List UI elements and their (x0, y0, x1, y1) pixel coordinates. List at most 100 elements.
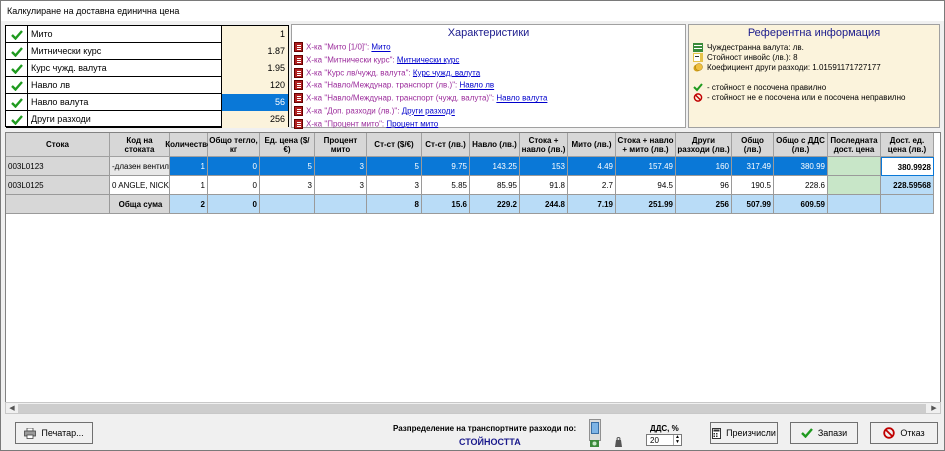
column-header[interactable]: Дост. ед. цена (лв.) (881, 133, 934, 157)
characteristic-link[interactable]: Курс чужд. валута (413, 68, 480, 77)
param-value[interactable]: 120 (222, 77, 288, 94)
grid-cell[interactable]: 7.19 (568, 195, 616, 214)
grid-cell[interactable]: 94.5 (616, 176, 676, 195)
slider-knob[interactable] (591, 422, 599, 434)
grid-cell[interactable]: 5 (367, 157, 422, 176)
grid-cell[interactable]: 5.85 (422, 176, 470, 195)
column-header[interactable]: Процент мито (315, 133, 367, 157)
param-row[interactable]: Други разходи 256 (6, 111, 288, 128)
param-row[interactable]: Навло лв 120 (6, 77, 288, 94)
grid-cell[interactable]: 160 (676, 157, 732, 176)
grid-cell[interactable]: -длазен вентил R (110, 157, 170, 176)
grid-cell[interactable]: 3 (315, 176, 367, 195)
grid-cell[interactable]: 0 (208, 195, 260, 214)
scroll-thumb[interactable] (18, 404, 926, 413)
grid-cell[interactable]: 380.9928 (881, 157, 934, 176)
column-header[interactable]: Общо с ДДС (лв.) (774, 133, 828, 157)
grid-cell[interactable]: 1 (170, 176, 208, 195)
grid-cell[interactable]: 228.59568 (881, 176, 934, 195)
vat-spinner[interactable]: ▲ ▼ (673, 435, 681, 445)
grid-cell[interactable]: 0 (208, 176, 260, 195)
column-header[interactable]: Ед. цена ($/€) (260, 133, 315, 157)
grid-cell[interactable]: 15.6 (422, 195, 470, 214)
grid-cell[interactable]: 507.99 (732, 195, 774, 214)
grid-cell[interactable] (6, 195, 110, 214)
scroll-left-icon[interactable]: ◀ (7, 404, 17, 413)
grid-cell[interactable]: 5 (260, 157, 315, 176)
column-header[interactable]: Стока + навло + мито (лв.) (616, 133, 676, 157)
grid-cell[interactable] (828, 195, 881, 214)
param-row[interactable]: Курс чужд. валута 1.95 (6, 60, 288, 77)
characteristic-link[interactable]: Процент мито (386, 119, 438, 128)
grid-cell[interactable] (828, 176, 881, 195)
grid-cell[interactable]: 2.7 (568, 176, 616, 195)
column-header[interactable]: Мито (лв.) (568, 133, 616, 157)
characteristic-link[interactable]: Навло валута (496, 94, 547, 103)
column-header[interactable]: Други разходи (лв.) (676, 133, 732, 157)
save-button[interactable]: Запази (790, 422, 858, 444)
distribution-slider[interactable] (589, 419, 601, 441)
param-row[interactable]: Навло валута 56 (6, 94, 288, 111)
grid-cell[interactable]: 244.8 (520, 195, 568, 214)
items-grid[interactable]: Стока Код на стоката Количество Общо тегло,… (5, 132, 941, 412)
column-header[interactable]: Общо тегло, кг (208, 133, 260, 157)
grid-cell[interactable]: 3 (260, 176, 315, 195)
column-header[interactable]: Стока (6, 133, 110, 157)
grid-cell[interactable]: 190.5 (732, 176, 774, 195)
grid-cell[interactable]: 3 (315, 157, 367, 176)
param-value[interactable]: 56 (222, 94, 288, 111)
grid-cell[interactable]: 2 (170, 195, 208, 214)
recalculate-button[interactable]: Преизчисли (710, 422, 778, 444)
grid-cell[interactable]: 96 (676, 176, 732, 195)
grid-cell[interactable]: 380.99 (774, 157, 828, 176)
grid-cell[interactable]: 609.59 (774, 195, 828, 214)
scroll-right-icon[interactable]: ▶ (929, 404, 939, 413)
characteristic-link[interactable]: Мито (371, 43, 390, 52)
grid-cell[interactable] (828, 157, 881, 176)
grid-cell[interactable]: 9.75 (422, 157, 470, 176)
column-header[interactable]: Стока + навло (лв.) (520, 133, 568, 157)
grid-cell[interactable]: Обща сума (110, 195, 170, 214)
grid-cell[interactable]: 251.99 (616, 195, 676, 214)
grid-cell[interactable]: 91.8 (520, 176, 568, 195)
column-header[interactable]: Навло (лв.) (470, 133, 520, 157)
grid-cell[interactable]: 4.49 (568, 157, 616, 176)
grid-cell[interactable]: 1 (170, 157, 208, 176)
grid-cell[interactable]: 229.2 (470, 195, 520, 214)
grid-cell[interactable]: 256 (676, 195, 732, 214)
param-row[interactable]: Митнически курс 1.87 (6, 43, 288, 60)
grid-cell[interactable]: 143.25 (470, 157, 520, 176)
grid-cell[interactable] (881, 195, 934, 214)
column-header[interactable]: Код на стоката (110, 133, 170, 157)
grid-cell[interactable]: 228.6 (774, 176, 828, 195)
characteristic-link[interactable]: Митнически курс (397, 55, 459, 64)
grid-cell[interactable] (260, 195, 315, 214)
characteristic-link[interactable]: Навло лв (459, 81, 494, 90)
horizontal-scrollbar[interactable]: ◀ ▶ (5, 402, 941, 414)
print-button[interactable]: Печатар... (15, 422, 93, 444)
column-header[interactable]: Количество (165, 133, 212, 157)
grid-cell[interactable]: 85.95 (470, 176, 520, 195)
grid-cell[interactable]: 0 ANGLE, NICKELI (110, 176, 170, 195)
cancel-button[interactable]: Отказ (870, 422, 938, 444)
grid-cell[interactable]: 153 (520, 157, 568, 176)
grid-cell[interactable]: 003L0123 (6, 157, 110, 176)
vat-input[interactable]: 20 ▲ ▼ (646, 434, 682, 446)
column-header[interactable]: Последната дост. цена (828, 133, 881, 157)
grid-cell[interactable]: 3 (367, 176, 422, 195)
param-row[interactable]: Мито 1 (6, 26, 288, 43)
param-value[interactable]: 1 (222, 26, 288, 43)
column-header[interactable]: Ст-ст ($/€) (367, 133, 422, 157)
grid-cell[interactable]: 157.49 (616, 157, 676, 176)
grid-cell[interactable] (315, 195, 367, 214)
param-value[interactable]: 1.87 (222, 43, 288, 60)
column-header[interactable]: Ст-ст (лв.) (422, 133, 470, 157)
grid-cell[interactable]: 0 (208, 157, 260, 176)
grid-cell[interactable]: 317.49 (732, 157, 774, 176)
grid-cell[interactable]: 003L0125 (6, 176, 110, 195)
param-value[interactable]: 1.95 (222, 60, 288, 77)
grid-cell[interactable]: 8 (367, 195, 422, 214)
column-header[interactable]: Общо (лв.) (732, 133, 774, 157)
param-value[interactable]: 256 (222, 111, 288, 128)
characteristic-link[interactable]: Други разходи (402, 107, 455, 116)
